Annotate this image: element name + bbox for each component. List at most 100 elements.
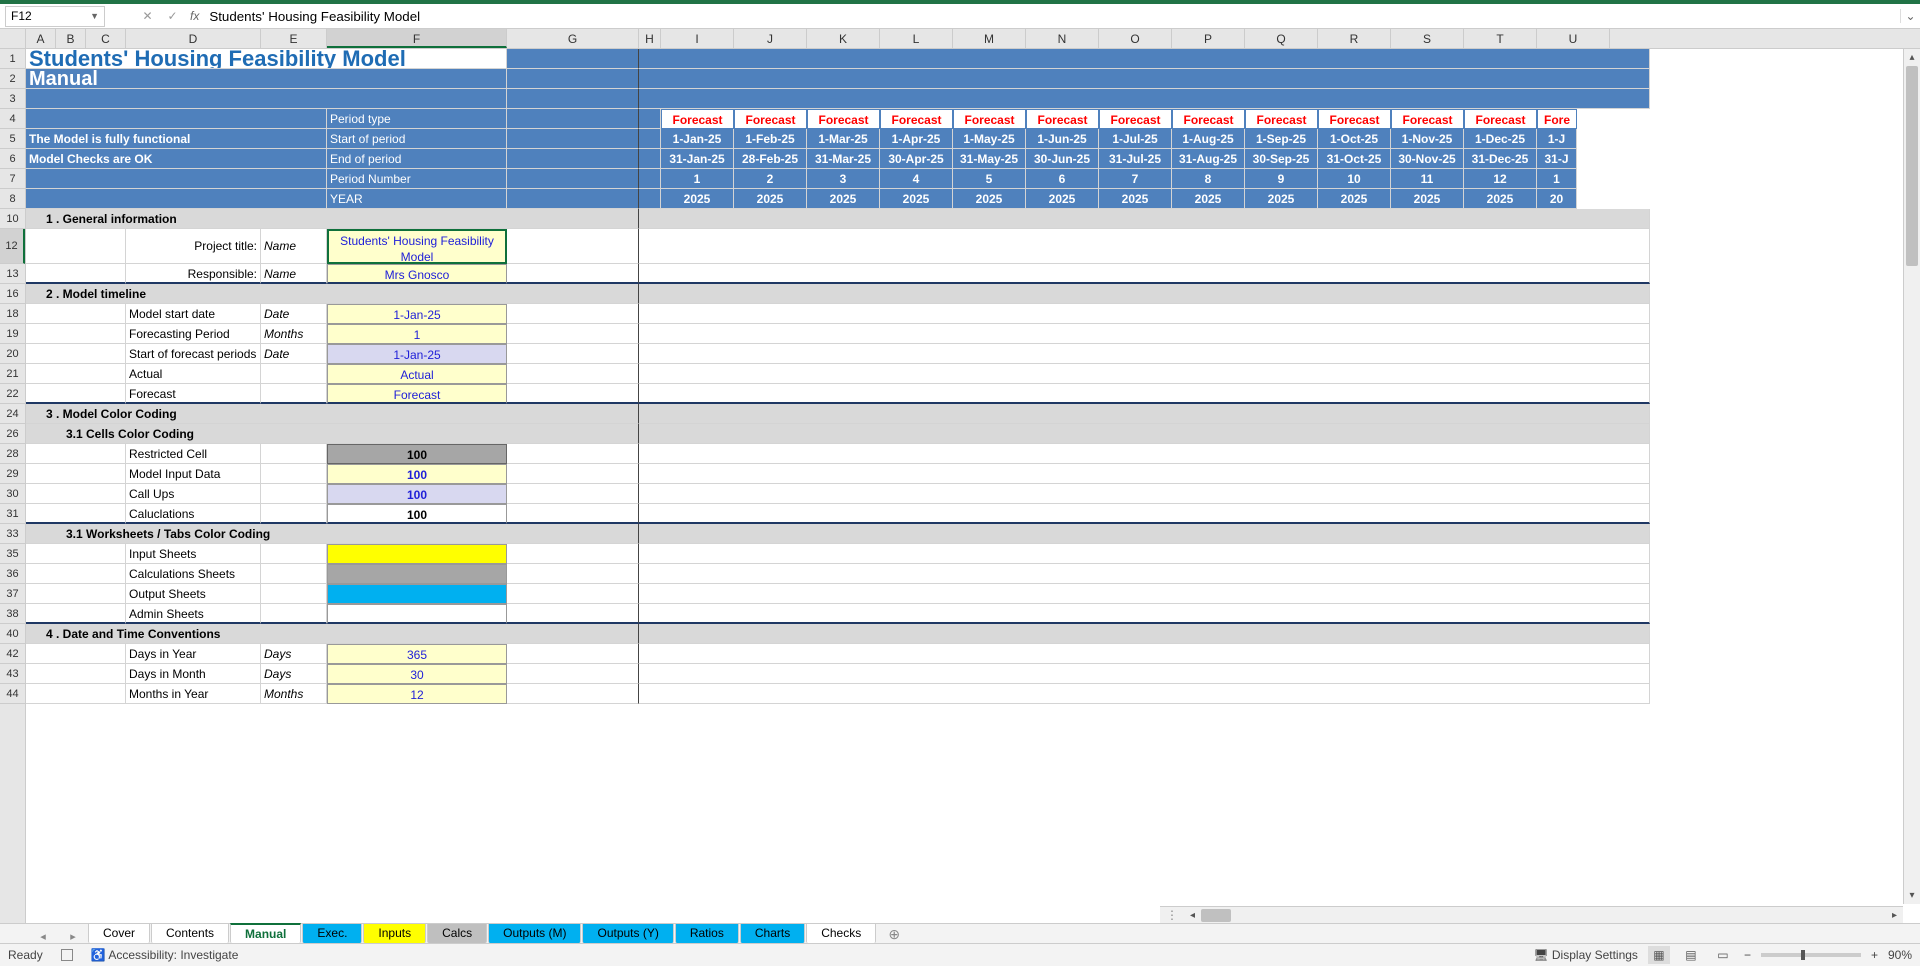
col-header-N[interactable]: N xyxy=(1026,29,1099,48)
section-32[interactable]: 3.1 Worksheets / Tabs Color Coding xyxy=(26,524,639,544)
forecast-hdr-4[interactable]: Forecast xyxy=(953,109,1026,129)
scroll-right-icon[interactable]: ▸ xyxy=(1886,910,1903,921)
period-year-4[interactable]: 2025 xyxy=(953,189,1026,209)
forecast-hdr-0[interactable]: Forecast xyxy=(661,109,734,129)
dc-val-1[interactable]: 30 xyxy=(327,664,507,684)
enter-icon[interactable]: ✓ xyxy=(160,9,185,23)
period-start-0[interactable]: 1-Jan-25 xyxy=(661,129,734,149)
period-num-5[interactable]: 6 xyxy=(1026,169,1099,189)
period-num-0[interactable]: 1 xyxy=(661,169,734,189)
cell[interactable] xyxy=(26,229,126,264)
period-num-1[interactable]: 2 xyxy=(734,169,807,189)
cell[interactable] xyxy=(26,464,126,484)
row-header-29[interactable]: 29 xyxy=(0,464,25,484)
period-year-3[interactable]: 2025 xyxy=(880,189,953,209)
zoom-level[interactable]: 90% xyxy=(1888,948,1912,962)
fx-icon[interactable]: fx xyxy=(190,9,199,23)
period-start-4[interactable]: 1-May-25 xyxy=(953,129,1026,149)
cell[interactable] xyxy=(507,484,639,504)
cell[interactable] xyxy=(639,209,1650,229)
period-end-0[interactable]: 31-Jan-25 xyxy=(661,149,734,169)
tab-prev-icon[interactable]: ◂ xyxy=(40,930,46,943)
scroll-thumb-h[interactable] xyxy=(1201,909,1231,922)
period-num-10[interactable]: 11 xyxy=(1391,169,1464,189)
cell[interactable] xyxy=(261,444,327,464)
row-header-8[interactable]: 8 xyxy=(0,189,25,209)
period-num-11[interactable]: 12 xyxy=(1464,169,1537,189)
cell[interactable] xyxy=(507,544,639,564)
tc-block-1[interactable] xyxy=(327,564,507,584)
period-num-8[interactable]: 9 xyxy=(1245,169,1318,189)
zoom-out-button[interactable]: − xyxy=(1744,948,1751,962)
dc-val-2[interactable]: 12 xyxy=(327,684,507,704)
cell[interactable] xyxy=(639,544,1650,564)
cell[interactable] xyxy=(26,189,327,209)
scroll-up-icon[interactable]: ▴ xyxy=(1904,49,1920,66)
row-header-28[interactable]: 28 xyxy=(0,444,25,464)
cell[interactable] xyxy=(639,524,1650,544)
cell[interactable] xyxy=(26,109,327,129)
display-settings[interactable]: 🖥 Display Settings xyxy=(1533,948,1638,962)
row-header-10[interactable]: 10 xyxy=(0,209,25,229)
zoom-slider[interactable] xyxy=(1761,953,1861,957)
cc-val-2[interactable]: 100 xyxy=(327,484,507,504)
row-header-19[interactable]: 19 xyxy=(0,324,25,344)
scroll-down-icon[interactable]: ▾ xyxy=(1904,887,1920,904)
cell[interactable] xyxy=(639,484,1650,504)
period-end-3[interactable]: 30-Apr-25 xyxy=(880,149,953,169)
tc-label-1[interactable]: Calculations Sheets xyxy=(126,564,261,584)
sheet-tab-outputsm[interactable]: Outputs (M) xyxy=(488,923,581,943)
row-header-16[interactable]: 16 xyxy=(0,284,25,304)
row-header-21[interactable]: 21 xyxy=(0,364,25,384)
period-num-4[interactable]: 5 xyxy=(953,169,1026,189)
cc-label-1[interactable]: Model Input Data xyxy=(126,464,261,484)
cell[interactable]: 31-J xyxy=(1537,149,1577,169)
cell[interactable] xyxy=(639,424,1650,444)
row-header-4[interactable]: 4 xyxy=(0,109,25,129)
period-num-7[interactable]: 8 xyxy=(1172,169,1245,189)
cell[interactable] xyxy=(507,464,639,484)
cell[interactable] xyxy=(507,644,639,664)
cell[interactable] xyxy=(639,404,1650,424)
resp-label[interactable]: Responsible: xyxy=(126,264,261,284)
period-num-label[interactable]: Period Number xyxy=(327,169,507,189)
cell[interactable] xyxy=(639,504,1650,524)
cell[interactable] xyxy=(261,504,327,524)
cell[interactable] xyxy=(26,644,126,664)
row-header-13[interactable]: 13 xyxy=(0,264,25,284)
cancel-icon[interactable]: ✕ xyxy=(135,9,160,23)
normal-view-button[interactable]: ▦ xyxy=(1648,946,1670,964)
row-header-7[interactable]: 7 xyxy=(0,169,25,189)
cell[interactable] xyxy=(261,604,327,624)
cell[interactable] xyxy=(507,89,639,109)
tc-block-0[interactable] xyxy=(327,544,507,564)
column-headers[interactable]: ABCDEFGHIJKLMNOPQRSTU xyxy=(0,29,1920,49)
tc-label-0[interactable]: Input Sheets xyxy=(126,544,261,564)
cell[interactable] xyxy=(639,664,1650,684)
sheet-tab-charts[interactable]: Charts xyxy=(740,923,805,943)
period-end-6[interactable]: 31-Jul-25 xyxy=(1099,149,1172,169)
row-headers[interactable]: 1234567810121316181920212224262829303133… xyxy=(0,49,26,923)
col-header-I[interactable]: I xyxy=(661,29,734,48)
cell[interactable] xyxy=(507,324,639,344)
period-start-2[interactable]: 1-Mar-25 xyxy=(807,129,880,149)
cell[interactable] xyxy=(639,564,1650,584)
period-type-label[interactable]: Period type xyxy=(327,109,507,129)
period-start-11[interactable]: 1-Dec-25 xyxy=(1464,129,1537,149)
col-header-A[interactable]: A xyxy=(26,29,56,48)
row-header-5[interactable]: 5 xyxy=(0,129,25,149)
vertical-scrollbar[interactable]: ▴ ▾ xyxy=(1903,49,1920,904)
period-start-1[interactable]: 1-Feb-25 xyxy=(734,129,807,149)
row-header-22[interactable]: 22 xyxy=(0,384,25,404)
cell[interactable] xyxy=(639,384,1650,404)
row-header-44[interactable]: 44 xyxy=(0,684,25,704)
row-header-33[interactable]: 33 xyxy=(0,524,25,544)
dc-label-0[interactable]: Days in Year xyxy=(126,644,261,664)
forecast-hdr-8[interactable]: Forecast xyxy=(1245,109,1318,129)
tl-type-3[interactable] xyxy=(261,364,327,384)
cell[interactable] xyxy=(507,169,639,189)
period-start-10[interactable]: 1-Nov-25 xyxy=(1391,129,1464,149)
tl-label-1[interactable]: Forecasting Period xyxy=(126,324,261,344)
dc-type-1[interactable]: Days xyxy=(261,664,327,684)
row-header-30[interactable]: 30 xyxy=(0,484,25,504)
